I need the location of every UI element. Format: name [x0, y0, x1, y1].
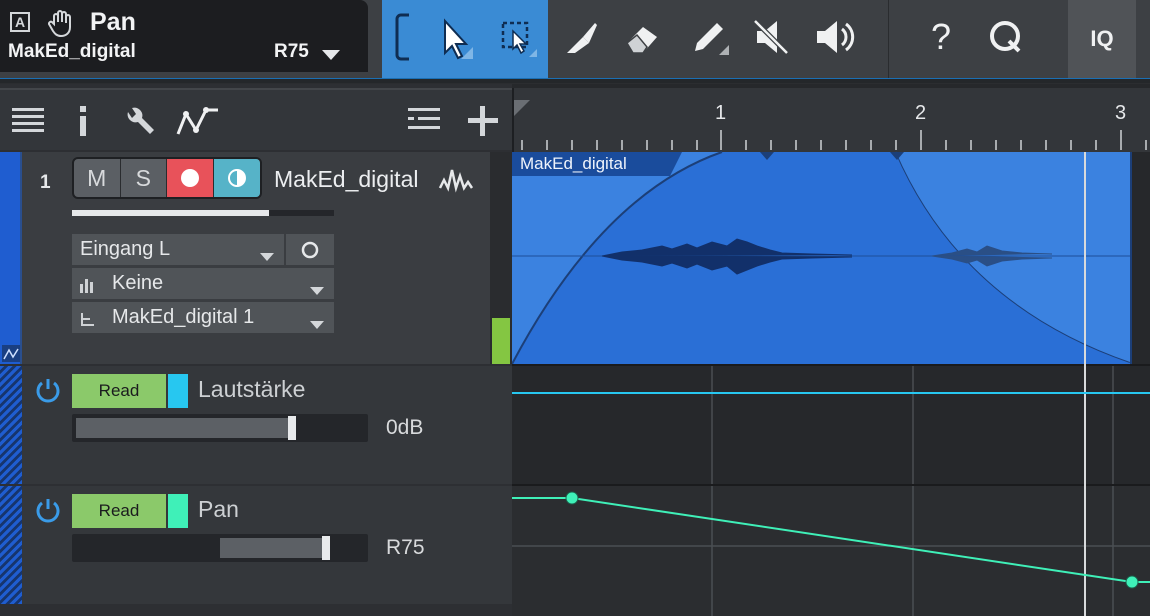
- automation-point[interactable]: [565, 491, 579, 505]
- slider-handle[interactable]: [288, 416, 296, 440]
- automation-mode-button[interactable]: Read: [72, 494, 166, 528]
- track-list-toolbar: [0, 88, 512, 150]
- chevron-down-icon[interactable]: [322, 48, 340, 66]
- power-icon[interactable]: [34, 496, 62, 529]
- output-icon: [80, 310, 96, 333]
- track-button-group: M S: [72, 157, 262, 199]
- mute-button[interactable]: M: [74, 159, 121, 197]
- input-mode-button[interactable]: [286, 234, 334, 265]
- lane-parameter-name[interactable]: Lautstärke: [198, 376, 305, 403]
- record-button[interactable]: [167, 159, 214, 197]
- add-icon[interactable]: [466, 104, 500, 143]
- chevron-down-icon: [260, 245, 274, 268]
- chevron-down-icon: [310, 313, 324, 336]
- svg-text:?: ?: [931, 16, 951, 57]
- toolbar-divider: [888, 0, 889, 78]
- lane-color-strip: [0, 366, 22, 484]
- mute-icon[interactable]: [746, 10, 796, 64]
- lane-value: 0dB: [386, 416, 424, 439]
- track-volume-bar[interactable]: [72, 210, 334, 216]
- automation-mode-button[interactable]: Read: [72, 374, 166, 408]
- parameter-name: Pan: [90, 8, 136, 36]
- arrange-view[interactable]: 1 2 3 MakEd_digital: [512, 84, 1150, 616]
- toolbar-edge: [0, 78, 1150, 83]
- automation-mode-badge: A: [10, 12, 30, 32]
- chevron-down-icon: [310, 279, 324, 302]
- track-name[interactable]: MakEd_digital: [274, 166, 418, 193]
- monitor-icon: [227, 169, 246, 187]
- eraser-icon[interactable]: [618, 10, 668, 64]
- bars-icon: [80, 276, 96, 299]
- track-number: 1: [40, 172, 51, 193]
- output-label: MakEd_digital 1: [112, 306, 255, 328]
- list-icon[interactable]: [12, 104, 46, 139]
- lane-value-slider[interactable]: [72, 414, 368, 442]
- level-meter-fill: [492, 318, 510, 364]
- info-track-name: MakEd_digital: [8, 41, 136, 62]
- sidechain-label: Keine: [112, 272, 164, 294]
- range-bracket-icon[interactable]: [378, 10, 428, 64]
- automation-toggle-icon[interactable]: [2, 345, 20, 362]
- slider-fill: [76, 418, 290, 438]
- wrench-icon[interactable]: [122, 104, 156, 143]
- automation-icon[interactable]: [174, 104, 222, 143]
- arrow-icon[interactable]: [428, 10, 478, 64]
- lane-color-strip: [0, 486, 22, 604]
- ruler-bar-label: 1: [715, 102, 727, 124]
- help-icon[interactable]: ?: [916, 10, 966, 64]
- solo-button[interactable]: S: [121, 159, 167, 197]
- automation-point[interactable]: [1125, 575, 1139, 589]
- slider-fill: [220, 538, 326, 558]
- lane-color-chip[interactable]: [168, 374, 188, 408]
- power-icon[interactable]: [34, 376, 62, 409]
- lane-value-slider[interactable]: [72, 534, 368, 562]
- ruler-ticks: [514, 100, 1147, 150]
- track-volume-fill: [72, 210, 269, 216]
- track-header-column: 1 M S MakEd_digital Eingang L Keine MakE…: [0, 84, 512, 616]
- ruler-bar-label: 2: [915, 102, 927, 124]
- audio-clip[interactable]: [512, 151, 1132, 365]
- input-select[interactable]: Eingang L: [72, 234, 284, 265]
- lane-value: R75: [386, 536, 425, 559]
- record-icon: [180, 169, 199, 187]
- info-icon[interactable]: [76, 104, 90, 143]
- input-label: Eingang L: [80, 238, 171, 260]
- iq-button[interactable]: IQ: [1068, 0, 1136, 78]
- output-select[interactable]: MakEd_digital 1: [72, 302, 334, 333]
- circle-icon: [300, 240, 320, 266]
- track-color-strip[interactable]: [0, 152, 22, 364]
- automation-lane-volume[interactable]: Read Lautstärke 0dB: [0, 366, 512, 484]
- list-settings-icon[interactable]: [408, 104, 442, 139]
- slider-handle[interactable]: [322, 536, 330, 560]
- quantize-icon[interactable]: [980, 10, 1030, 64]
- range-select-icon[interactable]: [492, 10, 542, 64]
- speaker-icon[interactable]: [810, 10, 860, 64]
- volume-lane-area[interactable]: [512, 366, 1150, 484]
- ruler-bar-label: 3: [1115, 102, 1127, 124]
- lane-parameter-name[interactable]: Pan: [198, 496, 239, 523]
- monitor-button[interactable]: [213, 159, 260, 197]
- sidechain-select[interactable]: Keine: [72, 268, 334, 299]
- split-knife-icon[interactable]: [556, 10, 606, 64]
- parameter-value[interactable]: R75: [274, 41, 309, 63]
- pan-lane-area[interactable]: [512, 486, 1150, 616]
- automation-lane-pan[interactable]: Read Pan R75: [0, 486, 512, 604]
- lane-color-chip[interactable]: [168, 494, 188, 528]
- info-display: A Pan MakEd_digital R75: [0, 0, 368, 72]
- waveform-icon[interactable]: [438, 166, 474, 199]
- hand-icon: [46, 8, 76, 43]
- main-toolbar: A Pan MakEd_digital R75 ? IQ: [0, 0, 1150, 83]
- pencil-icon[interactable]: [684, 10, 734, 64]
- audio-track-header[interactable]: 1 M S MakEd_digital Eingang L Keine MakE…: [0, 152, 512, 364]
- clip-name[interactable]: MakEd_digital: [514, 154, 633, 174]
